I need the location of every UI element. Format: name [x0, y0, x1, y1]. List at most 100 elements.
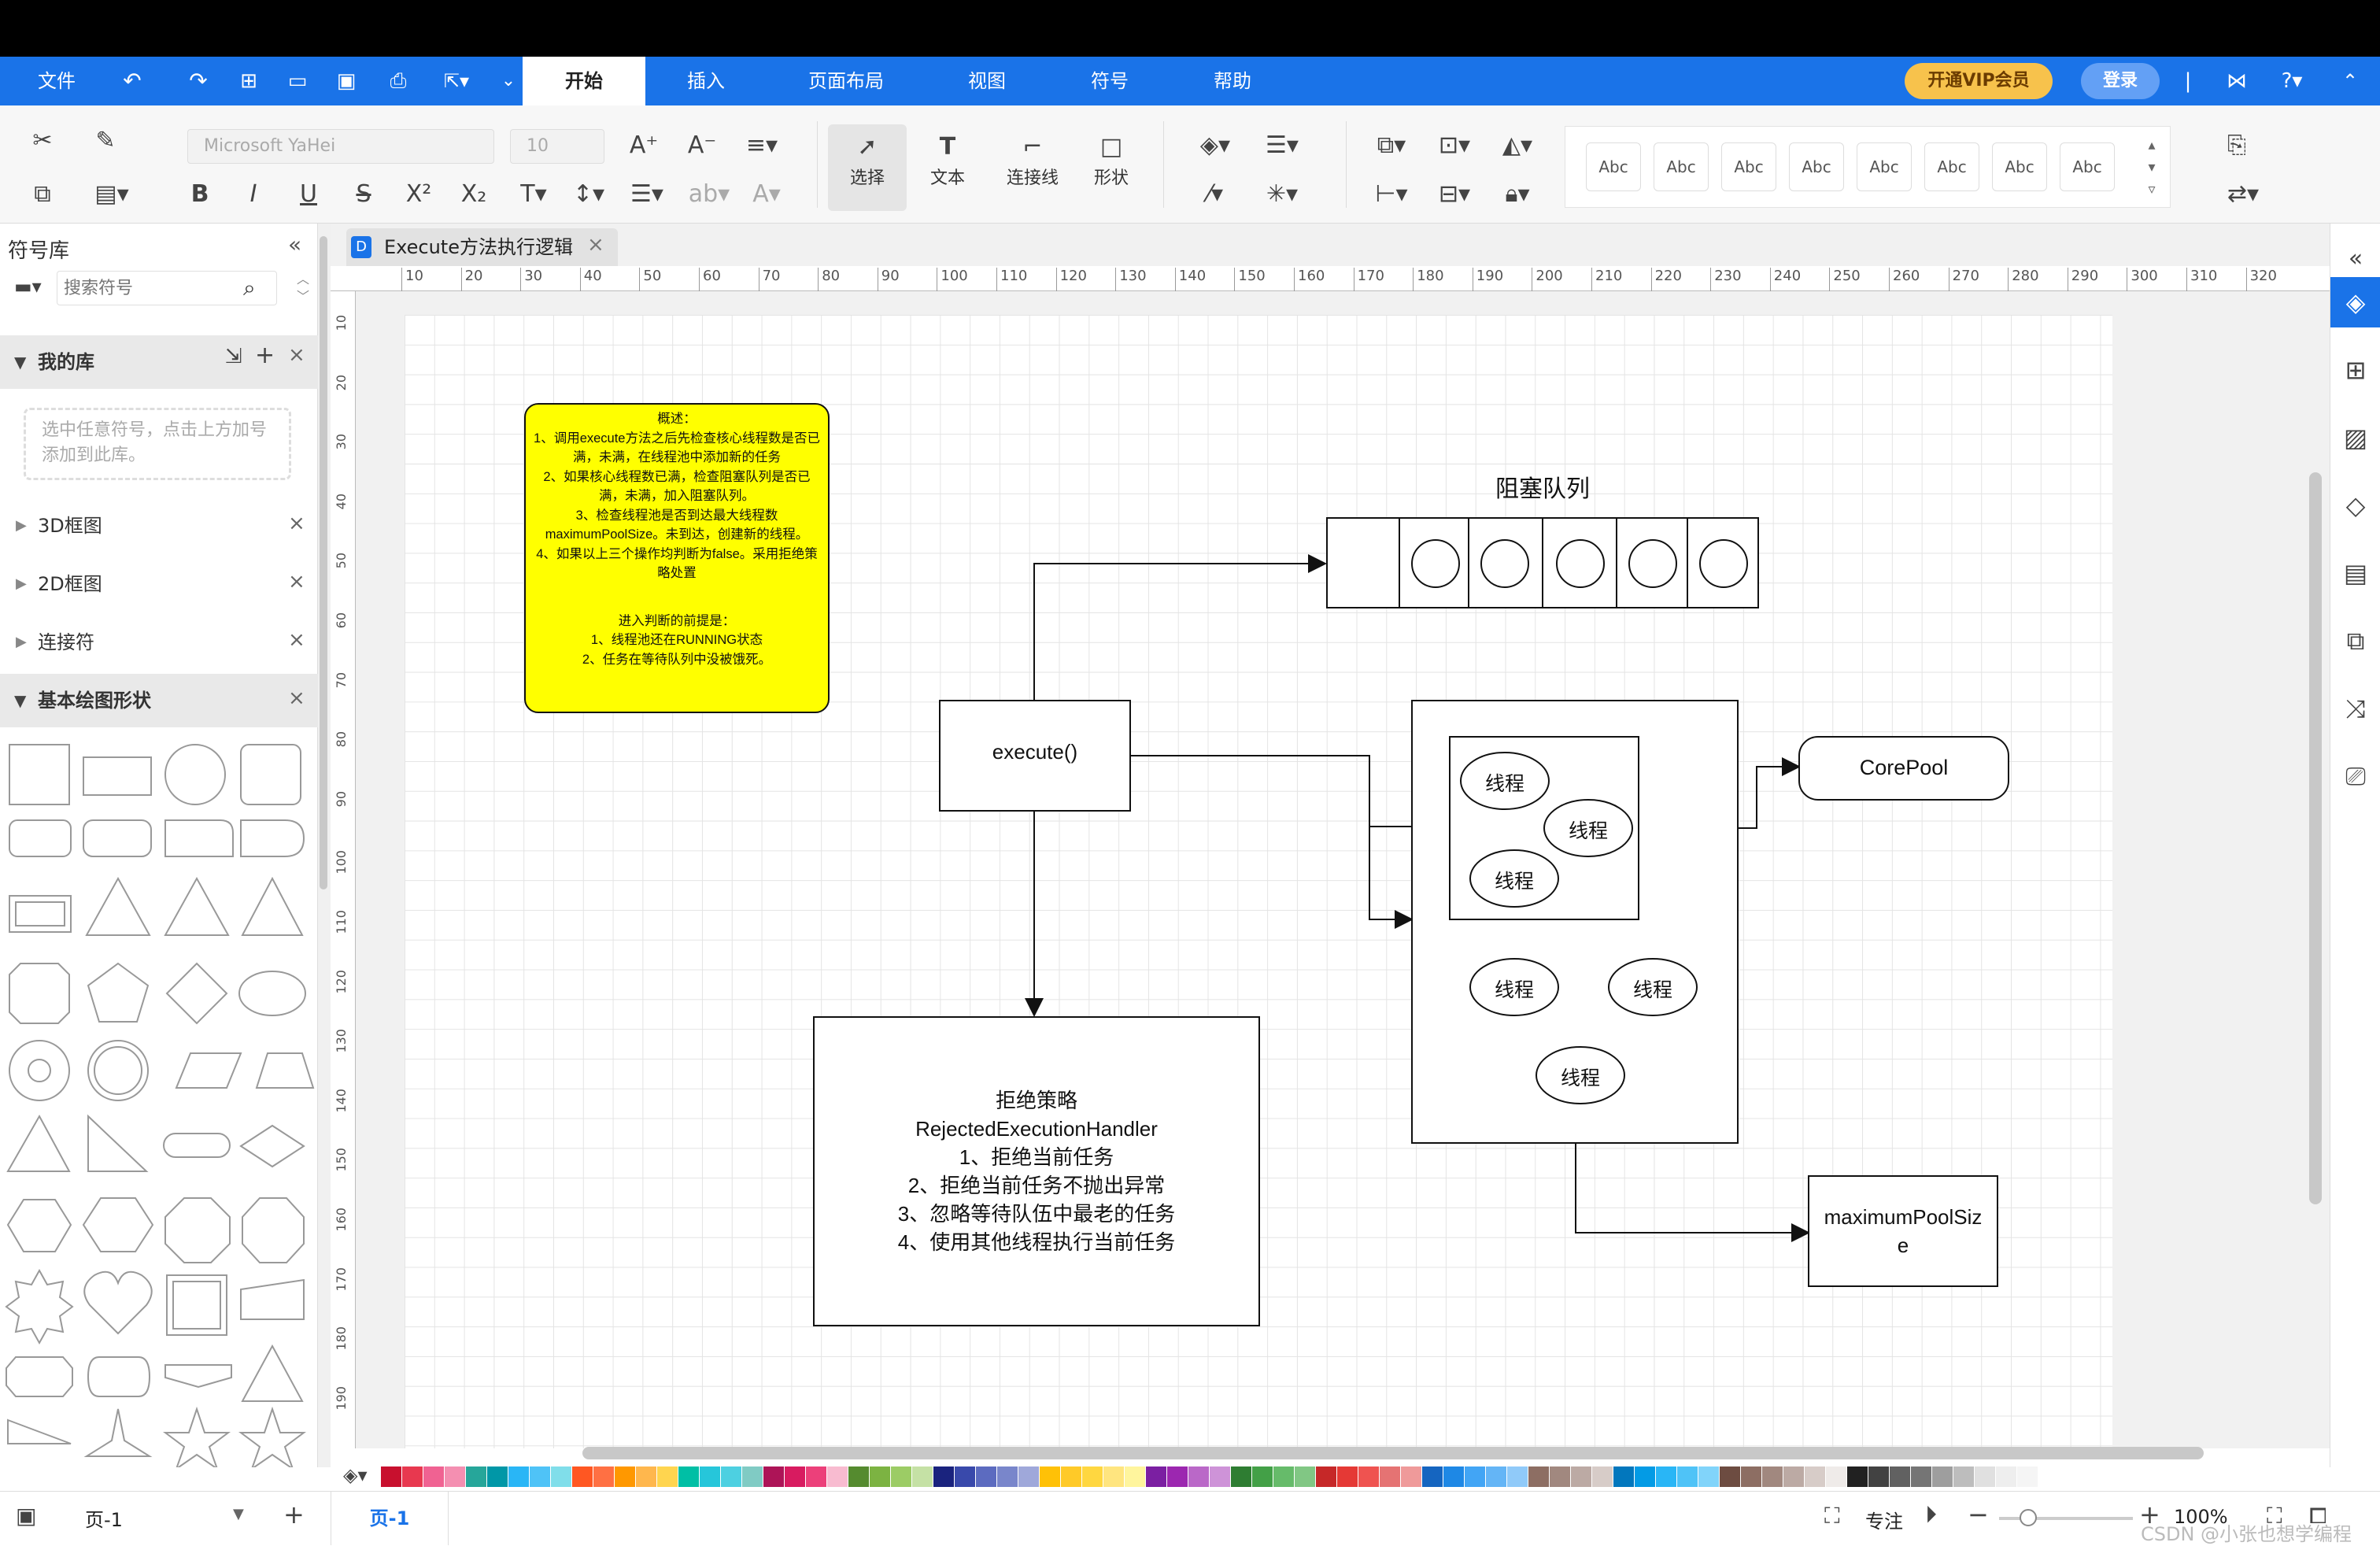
color-swatch[interactable]	[1210, 1466, 1230, 1487]
color-swatch[interactable]	[1146, 1466, 1166, 1487]
vip-button[interactable]: 开通VIP会员	[1905, 63, 2053, 99]
page-view-icon[interactable]: ▣	[16, 1503, 36, 1529]
undo-icon[interactable]: ↶	[116, 57, 148, 105]
open-folder-icon[interactable]: ▭	[282, 57, 313, 105]
shape-palette[interactable]	[0, 735, 315, 1467]
color-swatch[interactable]	[1953, 1466, 1974, 1487]
play-icon[interactable]: ⏵	[1925, 1501, 1937, 1529]
copy-icon[interactable]: ⧉	[25, 176, 60, 211]
color-swatch[interactable]	[1188, 1466, 1209, 1487]
color-swatch[interactable]	[1273, 1466, 1294, 1487]
menu-file[interactable]: 文件	[24, 57, 90, 105]
focus-label[interactable]: 专注	[1865, 1506, 1903, 1533]
fill-style-icon[interactable]: ◈	[2330, 277, 2380, 327]
page-list-icon[interactable]: ▤	[2330, 548, 2380, 598]
close-icon[interactable]: ×	[288, 686, 305, 710]
color-swatch[interactable]	[1890, 1466, 1910, 1487]
bold-icon[interactable]: B	[183, 176, 217, 211]
color-swatch[interactable]	[593, 1466, 614, 1487]
color-swatch[interactable]	[1677, 1466, 1698, 1487]
paste-icon[interactable]: ▤▾	[88, 176, 135, 211]
add-icon[interactable]: +	[255, 342, 275, 369]
color-swatch[interactable]	[1252, 1466, 1273, 1487]
color-swatch[interactable]	[1486, 1466, 1506, 1487]
section-2d[interactable]: 2D框图	[0, 557, 318, 611]
superscript-icon[interactable]: X²	[401, 176, 436, 211]
color-swatch[interactable]	[423, 1466, 444, 1487]
page-tab[interactable]: 页-1	[331, 1492, 449, 1545]
close-tab-icon[interactable]: ×	[587, 233, 604, 257]
color-swatch[interactable]	[530, 1466, 550, 1487]
color-swatch[interactable]	[1826, 1466, 1846, 1487]
page-select[interactable]: 页-1	[85, 1504, 123, 1532]
presentation-icon[interactable]: ⎚	[2330, 751, 2380, 801]
tab-page-layout[interactable]: 页面布局	[795, 57, 897, 105]
color-swatch[interactable]	[1507, 1466, 1528, 1487]
export-icon[interactable]: ⇱▾	[433, 57, 480, 105]
zoom-slider-handle[interactable]	[2020, 1509, 2037, 1526]
import-icon[interactable]: ⇲	[225, 345, 242, 368]
font-shrink-icon[interactable]: A⁻	[685, 128, 719, 162]
vertical-scrollbar[interactable]	[2309, 472, 2322, 1204]
document-tab[interactable]: Execute方法执行逻辑	[346, 228, 618, 266]
color-swatch[interactable]	[678, 1466, 699, 1487]
close-icon[interactable]: ×	[288, 512, 305, 535]
more-dropdown-icon[interactable]: ⌄	[493, 57, 524, 105]
color-swatch[interactable]	[827, 1466, 848, 1487]
font-grow-icon[interactable]: A⁺	[626, 128, 661, 162]
close-icon[interactable]: ×	[288, 570, 305, 594]
color-swatch[interactable]	[1635, 1466, 1655, 1487]
color-swatch[interactable]	[700, 1466, 720, 1487]
section-connectors[interactable]: 连接符	[0, 616, 318, 669]
color-swatch[interactable]	[1061, 1466, 1081, 1487]
group-icon[interactable]: ⊡▾	[1431, 128, 1478, 162]
color-swatch[interactable]	[1762, 1466, 1783, 1487]
style-preset[interactable]: Abc	[1586, 142, 1641, 191]
color-swatch[interactable]	[870, 1466, 890, 1487]
color-swatch[interactable]	[1932, 1466, 1953, 1487]
color-swatch[interactable]	[1380, 1466, 1400, 1487]
color-swatch[interactable]	[1103, 1466, 1124, 1487]
tab-help[interactable]: 帮助	[1193, 57, 1272, 105]
effect-icon[interactable]: ✳▾	[1255, 176, 1310, 211]
line-color-icon[interactable]: ⁄▾	[1192, 176, 1239, 211]
color-swatch[interactable]	[1422, 1466, 1443, 1487]
style-preset[interactable]: Abc	[2060, 142, 2115, 191]
color-swatch[interactable]	[1358, 1466, 1379, 1487]
share-icon[interactable]: ⋈	[2221, 57, 2252, 105]
page-setup-icon[interactable]: ⎘	[2219, 128, 2254, 162]
color-swatch[interactable]	[1613, 1466, 1634, 1487]
color-swatch[interactable]	[402, 1466, 423, 1487]
distribute-icon[interactable]: ⊟▾	[1431, 176, 1478, 211]
color-swatch[interactable]	[912, 1466, 933, 1487]
color-swatch[interactable]	[572, 1466, 593, 1487]
color-swatch[interactable]	[1741, 1466, 1761, 1487]
color-swatch[interactable]	[806, 1466, 826, 1487]
color-swatch[interactable]	[1847, 1466, 1868, 1487]
color-swatch[interactable]	[1720, 1466, 1740, 1487]
color-swatch[interactable]	[763, 1466, 784, 1487]
underline-icon[interactable]: U	[291, 176, 326, 211]
color-swatch[interactable]	[1337, 1466, 1358, 1487]
color-swatch[interactable]	[1975, 1466, 1995, 1487]
section-3d[interactable]: 3D框图	[0, 499, 318, 553]
flip-icon[interactable]: ◭▾	[1494, 128, 1541, 162]
color-swatch[interactable]	[1018, 1466, 1039, 1487]
color-swatch[interactable]	[1443, 1466, 1464, 1487]
panel-scroll-arrows-icon[interactable]: ︿ ﹀	[293, 271, 313, 305]
symbol-search[interactable]: ⌕	[57, 271, 277, 305]
tab-symbol[interactable]: 符号	[1070, 57, 1149, 105]
help-icon[interactable]: ?▾	[2268, 57, 2315, 105]
color-swatch[interactable]	[381, 1466, 401, 1487]
color-swatch[interactable]	[785, 1466, 805, 1487]
color-swatch[interactable]	[615, 1466, 635, 1487]
fill-icon[interactable]: ◈▾	[1192, 128, 1239, 162]
color-swatch[interactable]	[1167, 1466, 1188, 1487]
color-swatch[interactable]	[1465, 1466, 1485, 1487]
color-swatch[interactable]	[1528, 1466, 1549, 1487]
data-icon[interactable]: ⧉	[2330, 616, 2380, 666]
image-icon[interactable]: ▨	[2330, 412, 2380, 463]
redo-icon[interactable]: ↷	[183, 57, 214, 105]
shape-tool[interactable]: □ 形状	[1080, 124, 1143, 211]
replace-icon[interactable]: ⇄▾	[2219, 176, 2267, 211]
